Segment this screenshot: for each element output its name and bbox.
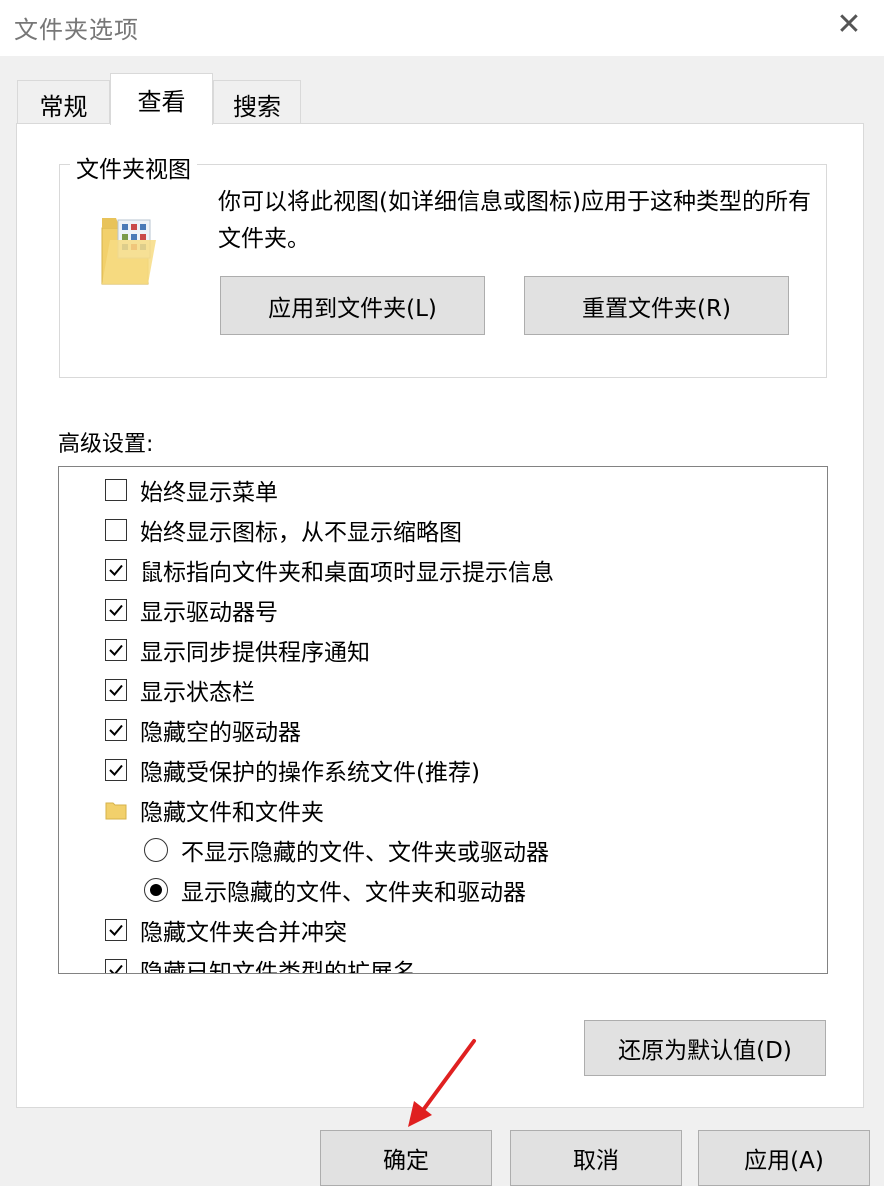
checkbox-checked-icon[interactable] (105, 719, 127, 741)
option-label: 鼠标指向文件夹和桌面项时显示提示信息 (140, 560, 554, 586)
checkbox-option[interactable]: 显示驱动器号 (105, 590, 278, 630)
radio-selected-icon[interactable] (144, 878, 168, 902)
folder-view-icon (101, 218, 156, 285)
checkbox-checked-icon[interactable] (105, 959, 127, 973)
option-label: 显示驱动器号 (140, 600, 278, 626)
checkbox-option[interactable]: 显示状态栏 (105, 670, 255, 710)
option-label: 隐藏文件夹合并冲突 (140, 920, 347, 946)
tab-view[interactable]: 查看 (110, 73, 213, 125)
advanced-settings-list[interactable]: 始终显示菜单 始终显示图标，从不显示缩略图 鼠标指向文件夹和桌面项时显示提示信息 显示… (58, 466, 828, 974)
tab-search[interactable]: 搜索 (213, 80, 301, 124)
checkbox-unchecked-icon[interactable] (105, 479, 127, 501)
title-bar: 文件夹选项 ✕ (0, 0, 884, 56)
option-label: 隐藏文件和文件夹 (140, 800, 324, 826)
option-label: 始终显示图标，从不显示缩略图 (140, 520, 462, 546)
checkbox-checked-icon[interactable] (105, 639, 127, 661)
checkbox-option[interactable]: 显示同步提供程序通知 (105, 630, 370, 670)
option-label: 始终显示菜单 (140, 480, 278, 506)
cancel-button[interactable]: 取消 (510, 1130, 682, 1186)
tab-view-label: 查看 (137, 88, 186, 116)
option-label: 隐藏受保护的操作系统文件(推荐) (140, 760, 480, 786)
checkbox-option[interactable]: 隐藏文件夹合并冲突 (105, 910, 347, 950)
list-group-header: 隐藏文件和文件夹 (105, 790, 324, 830)
folder-views-description: 你可以将此视图(如详细信息或图标)应用于这种类型的所有文件夹。 (218, 189, 811, 252)
checkbox-option[interactable]: 隐藏受保护的操作系统文件(推荐) (105, 750, 480, 790)
annotation-arrow-icon (408, 1039, 476, 1127)
tab-general[interactable]: 常规 (17, 80, 110, 124)
radio-option[interactable]: 显示隐藏的文件、文件夹和驱动器 (144, 870, 526, 910)
checkbox-checked-icon[interactable] (105, 599, 127, 621)
close-icon[interactable]: ✕ (832, 8, 866, 42)
checkbox-option[interactable]: 隐藏空的驱动器 (105, 710, 301, 750)
checkbox-checked-icon[interactable] (105, 559, 127, 581)
radio-unselected-icon[interactable] (144, 838, 168, 862)
option-label: 隐藏空的驱动器 (140, 720, 301, 746)
tab-search-label: 搜索 (233, 93, 281, 121)
apply-button[interactable]: 应用(A) (698, 1130, 870, 1186)
folder-views-legend: 文件夹视图 (70, 150, 197, 184)
folder-icon (105, 802, 127, 820)
apply-to-folders-button[interactable]: 应用到文件夹(L) (220, 276, 485, 335)
checkbox-option[interactable]: 隐藏已知文件类型的扩展名 (105, 950, 416, 974)
option-label: 显示状态栏 (140, 680, 255, 706)
advanced-settings-label: 高级设置: (58, 432, 154, 457)
checkbox-checked-icon[interactable] (105, 759, 127, 781)
option-label: 显示同步提供程序通知 (140, 640, 370, 666)
checkbox-option[interactable]: 鼠标指向文件夹和桌面项时显示提示信息 (105, 550, 554, 590)
restore-defaults-button[interactable]: 还原为默认值(D) (584, 1020, 826, 1076)
checkbox-option[interactable]: 始终显示图标，从不显示缩略图 (105, 510, 462, 550)
option-label: 不显示隐藏的文件、文件夹或驱动器 (181, 840, 549, 866)
option-label: 隐藏已知文件类型的扩展名 (140, 960, 416, 974)
ok-button[interactable]: 确定 (320, 1130, 492, 1186)
tab-general-label: 常规 (39, 93, 88, 121)
window-title: 文件夹选项 (14, 16, 139, 44)
checkbox-checked-icon[interactable] (105, 679, 127, 701)
checkbox-checked-icon[interactable] (105, 919, 127, 941)
option-label: 显示隐藏的文件、文件夹和驱动器 (181, 880, 526, 906)
reset-folders-button[interactable]: 重置文件夹(R) (524, 276, 789, 335)
checkbox-unchecked-icon[interactable] (105, 519, 127, 541)
checkbox-option[interactable]: 始终显示菜单 (105, 470, 278, 510)
radio-option[interactable]: 不显示隐藏的文件、文件夹或驱动器 (144, 830, 549, 870)
